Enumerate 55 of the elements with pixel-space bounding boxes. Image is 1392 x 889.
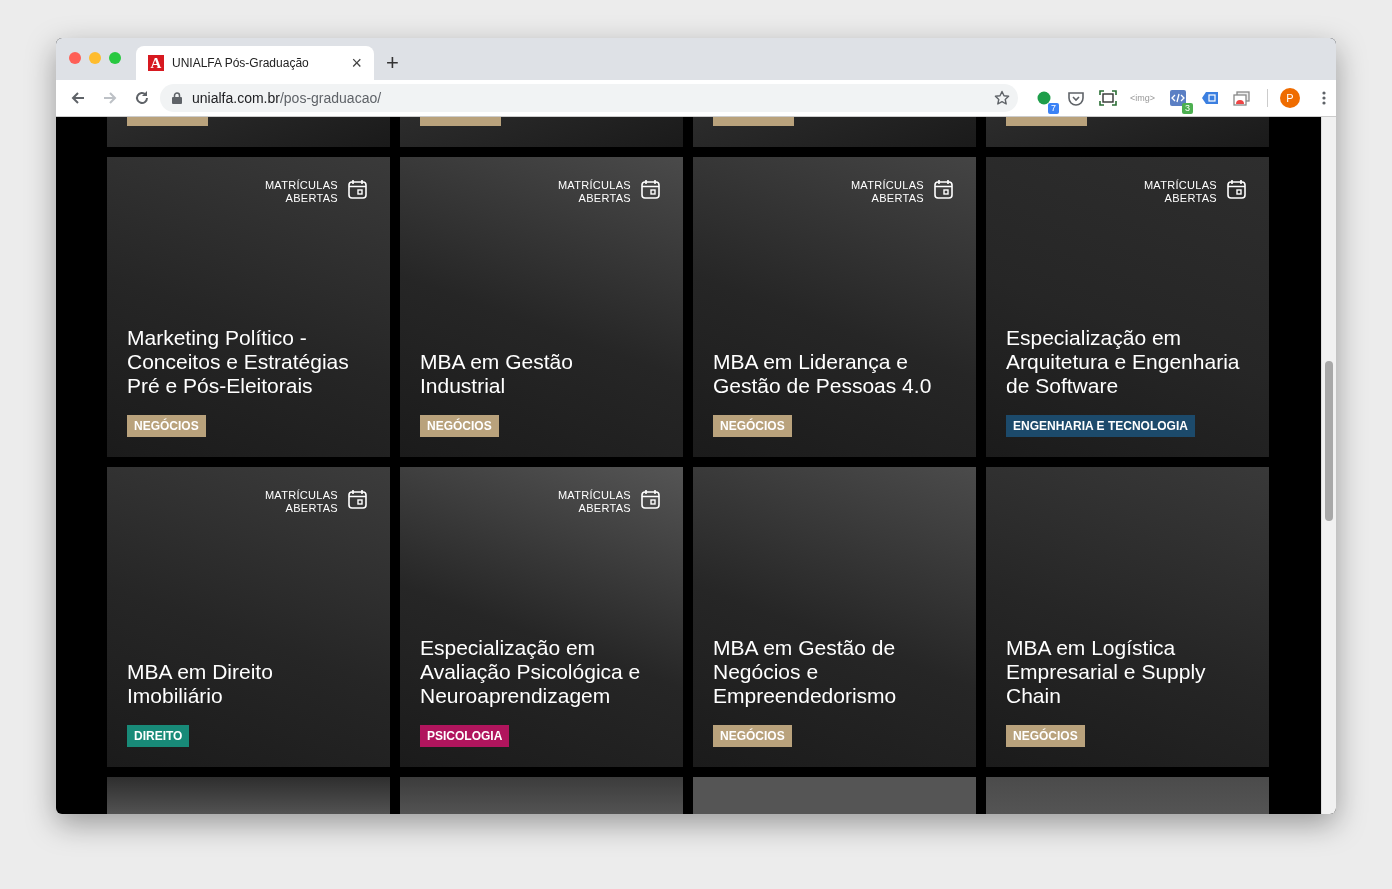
course-card[interactable]: MATRÍCULAS ABERTAS Marketing Político - Conceitos e Estratégias Pré e Pós-Eleitorais NEGÓCIOS [107, 157, 390, 457]
course-card[interactable]: MBA em Gestão de Negócios e Empreendedorismo NEGÓCIOS [693, 467, 976, 767]
tab-title: UNIALFA Pós-Graduação [172, 56, 310, 70]
enrollment-status: MATRÍCULAS ABERTAS [1143, 179, 1217, 205]
course-card[interactable]: MATRÍCULAS ABERTAS Especialização em Avaliação Psicológica e Neuroaprendizagem PSICOLOGIA [400, 467, 683, 767]
circle-extension-icon[interactable] [1036, 91, 1051, 105]
calendar-icon [348, 179, 367, 199]
count-badge: 7 [1048, 103, 1059, 114]
course-card[interactable] [107, 117, 390, 147]
site-favicon: A [148, 55, 164, 71]
pocket-icon[interactable] [1067, 90, 1084, 106]
calendar-icon [1227, 179, 1246, 199]
windows-icon[interactable] [1233, 90, 1250, 106]
category-tag[interactable]: DIREITO [127, 725, 190, 747]
menu-icon[interactable] [1322, 91, 1326, 105]
course-title[interactable]: Especialização em Arquitetura e Engenharia de Software [1006, 326, 1246, 398]
course-title[interactable]: Marketing Político - Conceitos e Estratégias Pré e Pós-Eleitorais [127, 326, 367, 398]
course-title[interactable]: Especialização em Avaliação Psicológica e Neuroaprendizagem [420, 636, 660, 708]
course-title[interactable]: MBA em Direito Imobiliário [127, 660, 367, 708]
close-tab-button[interactable]: × [351, 54, 362, 72]
course-card[interactable]: MBA em Logística Empresarial e Supply Chain NEGÓCIOS [986, 467, 1269, 767]
browser-tab[interactable]: A UNIALFA Pós-Graduação × [136, 46, 374, 80]
lock-icon [172, 92, 182, 104]
calendar-icon [348, 489, 367, 509]
course-card[interactable] [400, 117, 683, 147]
course-title[interactable]: MBA em Logística Empresarial e Supply Chain [1006, 636, 1246, 708]
calendar-icon [641, 489, 660, 509]
bookmark-star-icon[interactable] [994, 90, 1010, 106]
enrollment-status: MATRÍCULAS ABERTAS [557, 179, 631, 205]
course-card[interactable]: MATRÍCULAS ABERTAS Especialização em Arquitetura e Engenharia de Software ENGENHARIA E TECNOLOGIA [986, 157, 1269, 457]
enrollment-status: MATRÍCULAS ABERTAS [264, 489, 338, 515]
new-tab-button[interactable]: + [386, 52, 399, 74]
course-title[interactable]: MBA em Gestão de Negócios e Empreendedorismo [713, 636, 953, 708]
course-card[interactable] [986, 117, 1269, 147]
back-icon[interactable] [70, 90, 86, 106]
scrollbar-thumb[interactable] [1325, 361, 1333, 521]
screen-capture-icon[interactable] [1098, 90, 1117, 106]
course-card[interactable]: MATRÍCULAS ABERTAS MBA em Gestão Industrial NEGÓCIOS [400, 157, 683, 457]
reload-icon[interactable] [134, 90, 150, 106]
calendar-icon [934, 179, 953, 199]
course-title[interactable]: MBA em Gestão Industrial [420, 350, 660, 398]
category-tag[interactable]: ENGENHARIA E TECNOLOGIA [1006, 415, 1195, 437]
course-title[interactable]: MBA em Liderança e Gestão de Pessoas 4.0 [713, 350, 953, 398]
close-window-button[interactable] [69, 52, 81, 64]
enrollment-status: MATRÍCULAS ABERTAS [557, 489, 631, 515]
count-badge: 3 [1182, 103, 1193, 114]
enrollment-status: MATRÍCULAS ABERTAS [264, 179, 338, 205]
enrollment-status: MATRÍCULAS ABERTAS [850, 179, 924, 205]
code-icon[interactable] [1169, 90, 1186, 106]
tag-icon[interactable] [1200, 91, 1219, 105]
course-card[interactable]: MATRÍCULAS ABERTAS MBA em Direito Imobiliário DIREITO [107, 467, 390, 767]
calendar-icon [641, 179, 660, 199]
course-card[interactable] [693, 117, 976, 147]
category-tag[interactable]: PSICOLOGIA [420, 725, 510, 747]
course-card[interactable]: MATRÍCULAS ABERTAS MBA em Liderança e Gestão de Pessoas 4.0 NEGÓCIOS [693, 157, 976, 457]
